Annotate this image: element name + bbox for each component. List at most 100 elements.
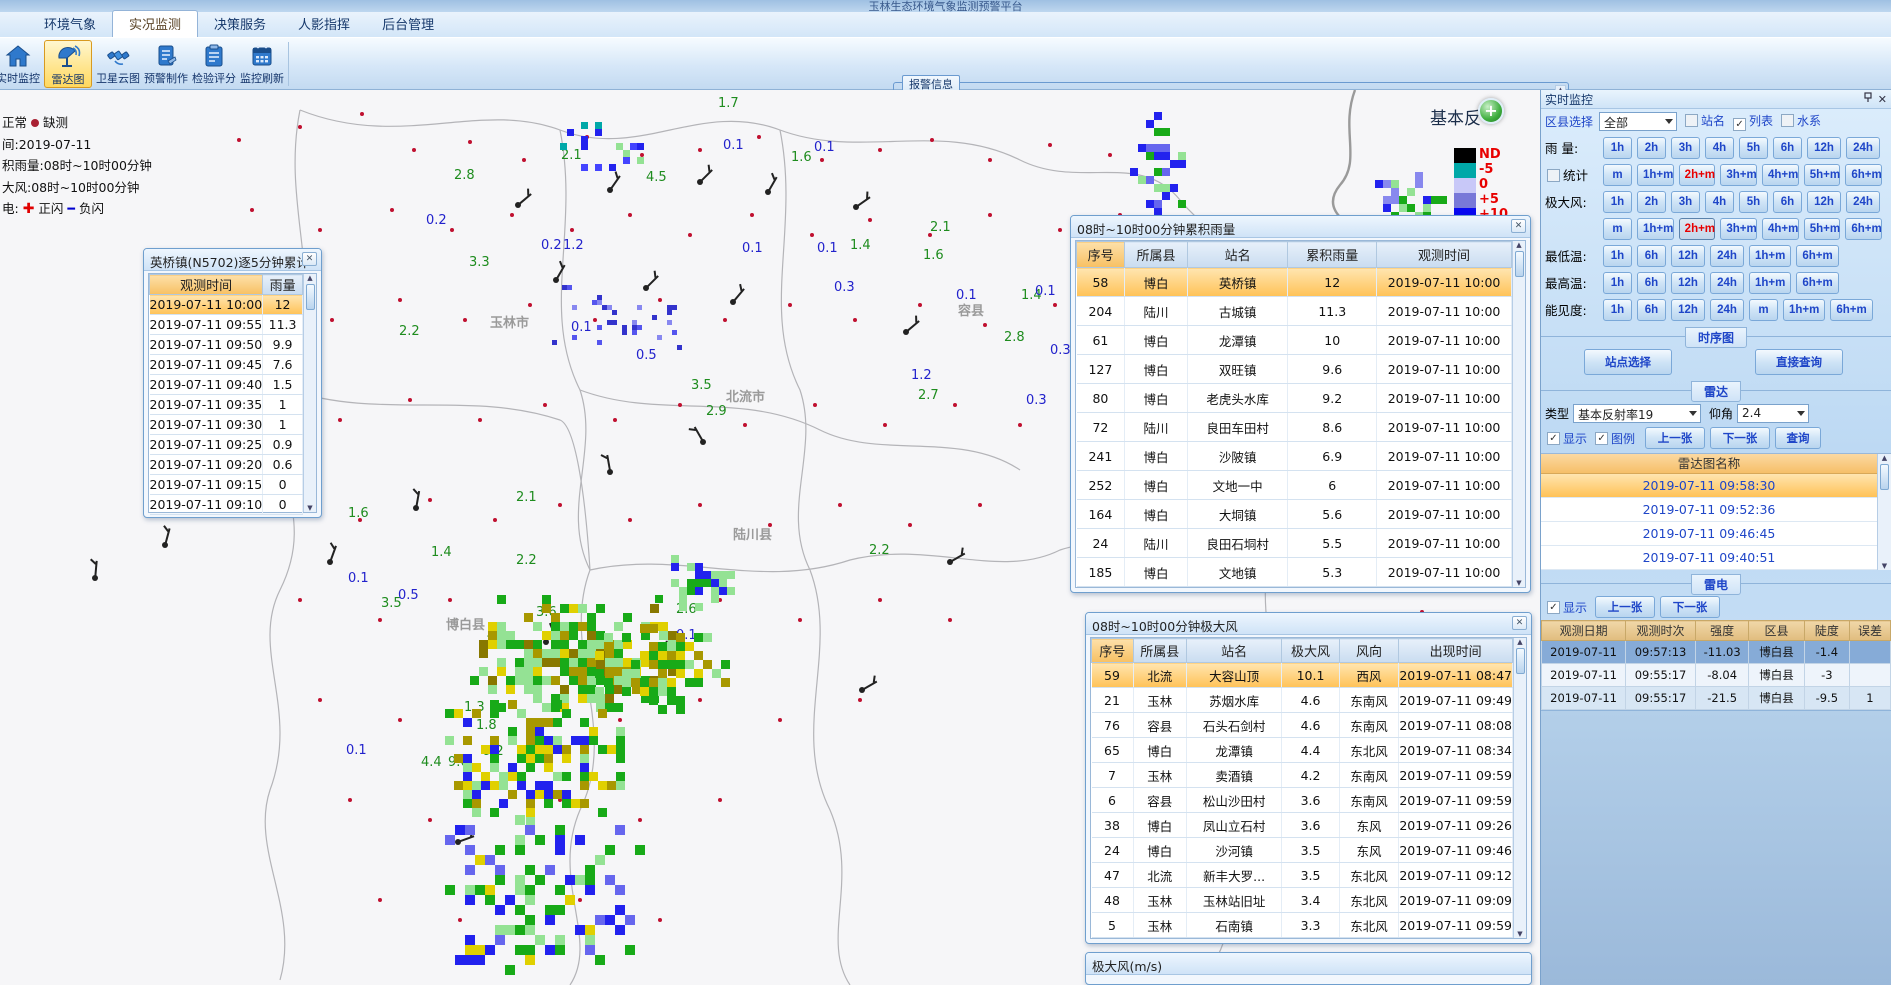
table-row[interactable]: 7玉林卖酒镇4.2东南风2019-07-11 09:59 xyxy=(1092,763,1513,788)
column-header[interactable]: 误差 xyxy=(1849,621,1890,641)
period-button-1h+m[interactable]: 1h+m xyxy=(1783,299,1825,321)
period-button-6h+m[interactable]: 6h+m xyxy=(1796,272,1838,294)
table-row[interactable]: 5玉林石南镇3.3东北风2019-07-11 09:59 xyxy=(1092,913,1513,938)
period-button-m[interactable]: m xyxy=(1603,164,1632,186)
period-button-12h[interactable]: 12h xyxy=(1671,245,1705,267)
period-button-2h+m[interactable]: 2h+m xyxy=(1679,164,1716,186)
period-button-6h+m[interactable]: 6h+m xyxy=(1830,299,1872,321)
lightning-show-checkbox[interactable]: ✓ xyxy=(1547,601,1560,614)
scroll-down-icon[interactable]: ▼ xyxy=(307,504,312,512)
period-button-1h[interactable]: 1h xyxy=(1603,299,1632,321)
column-header[interactable]: 累积雨量 xyxy=(1288,242,1377,268)
table-row[interactable]: 252博白文地一中62019-07-11 10:00 xyxy=(1077,471,1512,500)
period-button-6h[interactable]: 6h xyxy=(1773,137,1802,159)
period-button-4h+m[interactable]: 4h+m xyxy=(1762,218,1799,240)
period-button-6h+m[interactable]: 6h+m xyxy=(1845,164,1882,186)
menu-tab-5[interactable]: 后台管理 xyxy=(366,11,450,37)
table-row[interactable]: 185博白文地镇5.32019-07-11 10:00 xyxy=(1077,558,1512,587)
lightning-prev-button[interactable]: 上一张 xyxy=(1595,596,1655,618)
close-icon[interactable]: ✕ xyxy=(302,252,317,266)
elevation-dropdown[interactable]: 2.4 xyxy=(1737,404,1809,423)
table-row[interactable]: 2019-07-11 09:457.6 xyxy=(150,355,303,375)
table-row[interactable]: 2019-07-1109:55:17-8.04博白县-3 xyxy=(1542,664,1891,687)
pin-icon[interactable] xyxy=(1863,92,1873,106)
column-header[interactable]: 站名 xyxy=(1186,639,1281,663)
radar-query-button[interactable]: 查询 xyxy=(1775,427,1821,449)
table-row[interactable]: 2019-07-11 09:351 xyxy=(150,395,303,415)
column-header[interactable]: 观测时间 xyxy=(150,275,263,295)
table-row[interactable]: 2019-07-11 09:509.9 xyxy=(150,335,303,355)
column-header[interactable]: 风向 xyxy=(1339,639,1399,663)
legend-expand-button[interactable]: + xyxy=(1478,98,1504,124)
partial-wind-chart-panel[interactable]: 极大风(m/s) xyxy=(1085,952,1532,985)
table-row[interactable]: 58博白英桥镇122019-07-11 10:00 xyxy=(1077,268,1512,297)
scroll-down-icon[interactable]: ▼ xyxy=(1516,579,1521,587)
table-row[interactable]: 72陆川良田车田村8.62019-07-11 10:00 xyxy=(1077,413,1512,442)
panel-scrollbar[interactable]: ▲▼ xyxy=(303,274,316,512)
table-row[interactable]: 2019-07-11 09:301 xyxy=(150,415,303,435)
period-button-6h[interactable]: 6h xyxy=(1773,191,1802,213)
table-row[interactable]: 2019-07-1109:57:13-11.03博白县-1.4 xyxy=(1542,641,1891,664)
table-row[interactable]: 59北流大容山顶10.1西风2019-07-11 08:47 xyxy=(1092,663,1513,688)
satellite-cloud-button[interactable]: 卫星云图 xyxy=(94,40,142,88)
realtime-monitor-button[interactable]: 实时监控 xyxy=(0,40,42,88)
period-button-12h[interactable]: 12h xyxy=(1671,272,1705,294)
radar-prev-button[interactable]: 上一张 xyxy=(1645,427,1705,449)
period-button-6h+m[interactable]: 6h+m xyxy=(1796,245,1838,267)
station-rain-panel[interactable]: 英桥镇(N5702)逐5分钟累计雨量✕ 观测时间雨量2019-07-11 10:… xyxy=(143,248,322,518)
period-button-4h[interactable]: 4h xyxy=(1705,137,1734,159)
table-row[interactable]: 2019-07-11 09:250.9 xyxy=(150,435,303,455)
radar-list-item[interactable]: 2019-07-11 09:52:36 xyxy=(1541,498,1877,522)
radar-map-button[interactable]: 雷达图 xyxy=(44,40,92,88)
max-wind-panel[interactable]: 08时~10时00分钟极大风✕ 序号所属县站名极大风风向出现时间59北流大容山顶… xyxy=(1085,612,1532,944)
period-button-4h+m[interactable]: 4h+m xyxy=(1762,164,1799,186)
table-row[interactable]: 241博白沙陂镇6.92019-07-11 10:00 xyxy=(1077,442,1512,471)
monitor-refresh-button[interactable]: 监控刷新 xyxy=(238,40,286,88)
scroll-thumb[interactable] xyxy=(1516,648,1525,674)
table-row[interactable]: 2019-07-1109:55:17-21.5博白县-9.51 xyxy=(1542,687,1891,710)
table-row[interactable]: 2019-07-11 09:5511.3 xyxy=(150,315,303,335)
table-row[interactable]: 2019-07-11 09:100 xyxy=(150,495,303,515)
period-button-2h+m[interactable]: 2h+m xyxy=(1679,218,1716,240)
checkbox-3[interactable] xyxy=(1781,114,1794,127)
column-header[interactable]: 观测时间 xyxy=(1377,242,1512,268)
column-header[interactable]: 强度 xyxy=(1695,621,1748,641)
verify-score-button[interactable]: 检验评分 xyxy=(190,40,238,88)
scroll-thumb[interactable] xyxy=(1880,464,1889,490)
close-icon[interactable]: ✕ xyxy=(1511,219,1526,233)
table-row[interactable]: 48玉林玉林站旧址3.4东北风2019-07-11 09:09 xyxy=(1092,888,1513,913)
column-header[interactable]: 序号 xyxy=(1077,242,1125,268)
period-button-5h+m[interactable]: 5h+m xyxy=(1804,218,1841,240)
period-button-5h[interactable]: 5h xyxy=(1739,191,1768,213)
period-button-2h[interactable]: 2h xyxy=(1637,191,1666,213)
period-button-6h[interactable]: 6h xyxy=(1637,272,1666,294)
period-button-24h[interactable]: 24h xyxy=(1710,245,1744,267)
period-button-6h[interactable]: 6h xyxy=(1637,245,1666,267)
period-button-2h[interactable]: 2h xyxy=(1637,137,1666,159)
panel-scrollbar[interactable]: ▲▼ xyxy=(1513,638,1526,938)
lightning-next-button[interactable]: 下一张 xyxy=(1660,596,1720,618)
period-button-3h[interactable]: 3h xyxy=(1671,191,1700,213)
close-icon[interactable]: ✕ xyxy=(1512,616,1527,630)
period-button-24h[interactable]: 24h xyxy=(1710,299,1744,321)
column-header[interactable]: 极大风 xyxy=(1282,639,1339,663)
column-header[interactable]: 所属县 xyxy=(1133,639,1186,663)
radar-type-dropdown[interactable]: 基本反射率19 xyxy=(1573,404,1701,423)
menu-tab-3[interactable]: 决策服务 xyxy=(198,11,282,37)
table-row[interactable]: 21玉林苏烟水库4.6东南风2019-07-11 09:49 xyxy=(1092,688,1513,713)
column-header[interactable]: 观测日期 xyxy=(1542,621,1626,641)
scroll-thumb[interactable] xyxy=(306,284,315,310)
radar-list-scrollbar[interactable]: ▲▼ xyxy=(1877,454,1891,570)
table-row[interactable]: 80博白老虎头水库9.22019-07-11 10:00 xyxy=(1077,384,1512,413)
scroll-thumb[interactable] xyxy=(1515,251,1524,277)
station-select-button[interactable]: 站点选择 xyxy=(1584,349,1672,375)
period-button-12h[interactable]: 12h xyxy=(1807,137,1841,159)
scroll-down-icon[interactable]: ▼ xyxy=(1882,562,1887,570)
menu-tab-4[interactable]: 人影指挥 xyxy=(282,11,366,37)
stats-checkbox[interactable] xyxy=(1547,169,1560,182)
column-header[interactable]: 站名 xyxy=(1187,242,1288,268)
checkbox-2[interactable]: ✓ xyxy=(1733,118,1746,131)
scroll-down-icon[interactable]: ▼ xyxy=(1517,930,1522,938)
period-button-m[interactable]: m xyxy=(1749,299,1778,321)
table-row[interactable]: 76容县石头石剑村4.6东南风2019-07-11 08:08 xyxy=(1092,713,1513,738)
